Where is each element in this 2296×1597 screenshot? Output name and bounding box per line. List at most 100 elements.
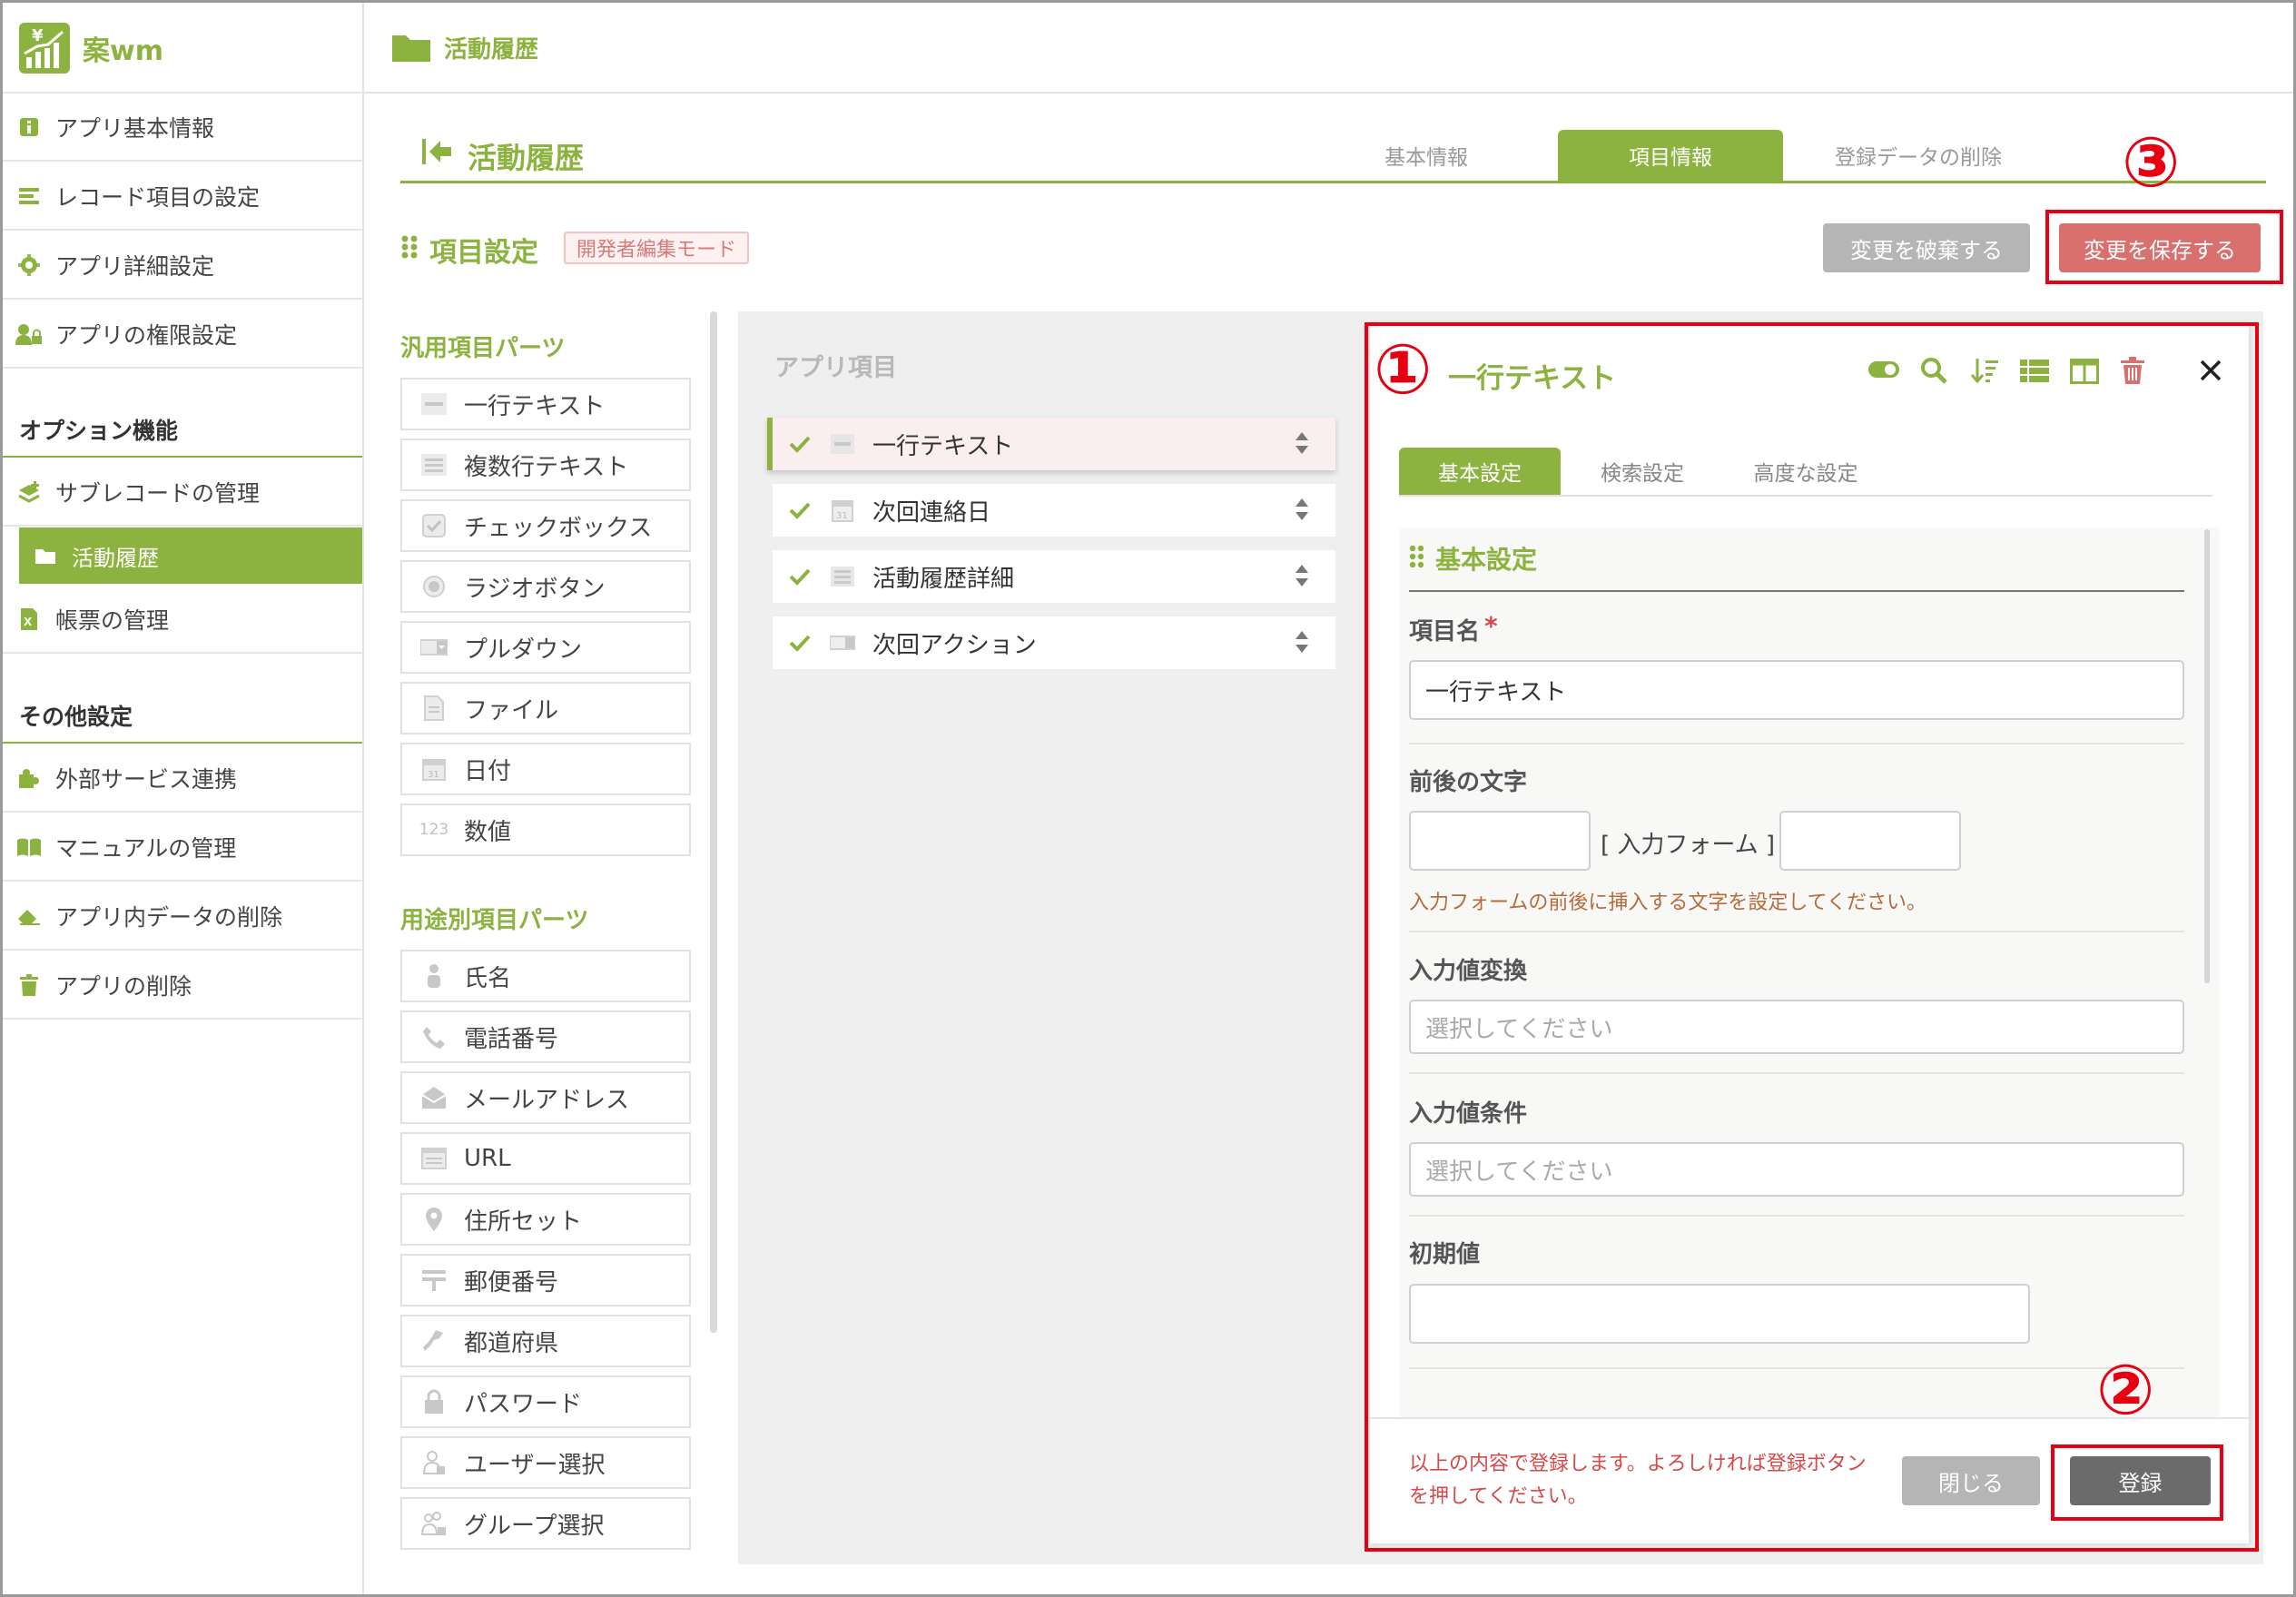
app-name: 案wm [83,35,163,67]
part-name[interactable]: 氏名 [400,950,691,1002]
tab-delete-data[interactable]: 登録データの削除 [1805,130,2032,181]
sidebar-item-label: 活動履歴 [72,545,159,571]
part-multi-line-text[interactable]: 複数行テキスト [400,439,691,491]
sidebar-section-option: オプション機能 [3,403,362,458]
tab-basic-info[interactable]: 基本情報 [1326,130,1526,181]
radio-icon [419,575,449,598]
part-address[interactable]: 住所セット [400,1193,691,1246]
sidebar-item-label: アプリ基本情報 [55,114,215,142]
layers-icon [15,480,43,503]
part-email[interactable]: メールアドレス [400,1071,691,1124]
purpose-parts-title: 用途別項目パーツ [400,907,589,934]
single-line-icon [829,434,856,454]
part-radio[interactable]: ラジオボタン [400,560,691,613]
part-group-select[interactable]: グループ選択 [400,1497,691,1550]
header-bar: 活動履歴 [364,3,2293,94]
breadcrumb: 活動履歴 [444,35,539,64]
part-label: 都道府県 [464,1329,559,1357]
gear-icon [15,253,43,276]
section-title: 項目設定 [429,237,538,269]
sidebar-item-delete-data[interactable]: アプリ内データの削除 [3,882,362,951]
phone-icon [419,1024,449,1050]
svg-text:¥: ¥ [32,26,44,45]
highlight-box-register [2051,1444,2223,1521]
sidebar-item-permissions[interactable]: アプリの権限設定 [3,301,362,369]
number-icon: 123 [419,821,449,839]
part-url[interactable]: URL [400,1132,691,1185]
app-item-activity-detail[interactable]: 活動履歴詳細 [773,550,1335,603]
part-date[interactable]: 31 日付 [400,743,691,795]
sidebar-item-label: 帳票の管理 [55,606,170,634]
part-number[interactable]: 123 数値 [400,803,691,856]
back-icon[interactable] [420,137,453,166]
grip-icon [400,234,419,260]
list-icon [15,186,43,206]
part-phone[interactable]: 電話番号 [400,1010,691,1063]
sidebar-item-activity-history[interactable]: 活動履歴 [19,527,362,584]
folder-icon [32,547,59,565]
sidebar-item-forms[interactable]: X 帳票の管理 [3,586,362,654]
user-lock-icon [15,323,43,345]
app-window: ¥ 案wm アプリ基本情報 レコード項目の設定 アプリ詳細設定 アプリの権限設定… [0,0,2296,1597]
annotation-2: ② [2096,1349,2155,1430]
sort-handle-icon[interactable] [1294,497,1310,522]
map-pin-icon [419,1207,449,1232]
part-label: 郵便番号 [464,1268,559,1296]
sort-handle-icon[interactable] [1294,629,1310,655]
svg-text:31: 31 [428,770,439,780]
sidebar-item-label: サブレコードの管理 [55,479,261,507]
part-label: 住所セット [464,1208,583,1236]
app-item-single-line-text[interactable]: 一行テキスト [767,418,1335,470]
part-postal[interactable]: 郵便番号 [400,1254,691,1306]
part-label: チェックボックス [464,514,653,542]
tab-underline [400,181,2266,183]
sidebar-item-app-info[interactable]: アプリ基本情報 [3,94,362,162]
part-dropdown[interactable]: プルダウン [400,621,691,674]
part-file[interactable]: ファイル [400,682,691,734]
part-prefecture[interactable]: 都道府県 [400,1315,691,1367]
app-item-label: 次回連絡日 [872,498,991,527]
group-select-icon [419,1511,449,1536]
trash-icon [15,973,43,996]
sidebar-item-manual[interactable]: マニュアルの管理 [3,813,362,882]
part-label: 日付 [464,757,512,785]
calendar-icon: 31 [829,498,856,522]
multi-line-icon [419,454,449,476]
sidebar-item-app-detail[interactable]: アプリ詳細設定 [3,232,362,300]
app-item-label: 活動履歴詳細 [872,565,1015,593]
sort-handle-icon[interactable] [1294,430,1310,456]
part-single-line-text[interactable]: 一行テキスト [400,378,691,430]
part-label: ユーザー選択 [464,1451,606,1479]
app-item-next-action[interactable]: 次回アクション [773,616,1335,669]
svg-text:31: 31 [836,511,848,521]
discard-button[interactable]: 変更を破棄する [1823,223,2030,272]
parts-scrollbar[interactable] [710,311,717,1333]
person-icon [419,963,449,989]
part-label: メールアドレス [464,1086,630,1114]
browser-icon [419,1148,449,1169]
dropdown-icon [829,635,856,651]
sidebar-item-external[interactable]: 外部サービス連携 [3,744,362,813]
sidebar: ¥ 案wm アプリ基本情報 レコード項目の設定 アプリ詳細設定 アプリの権限設定… [3,3,364,1594]
sidebar-item-label: アプリ内データの削除 [55,903,283,931]
part-label: 複数行テキスト [464,453,629,481]
postal-mark-icon [419,1268,449,1292]
app-item-next-contact-date[interactable]: 31 次回連絡日 [773,484,1335,537]
sidebar-item-label: アプリの削除 [55,972,192,1000]
sidebar-item-delete-app[interactable]: アプリの削除 [3,951,362,1020]
sort-handle-icon[interactable] [1294,563,1310,588]
check-icon [789,501,816,519]
annotation-1: ① [1374,329,1433,409]
sidebar-item-label: アプリの権限設定 [55,321,238,349]
tab-field-info[interactable]: 項目情報 [1558,130,1783,181]
check-icon [789,634,816,652]
sidebar-item-subrecord[interactable]: サブレコードの管理 [3,458,362,527]
part-user-select[interactable]: ユーザー選択 [400,1436,691,1489]
part-password[interactable]: パスワード [400,1375,691,1428]
multi-line-icon [829,567,856,587]
part-checkbox[interactable]: チェックボックス [400,499,691,552]
sidebar-item-record-fields[interactable]: レコード項目の設定 [3,163,362,231]
sidebar-item-label: レコード項目の設定 [55,183,261,211]
general-parts-title: 汎用項目パーツ [400,335,566,362]
book-icon [15,837,43,857]
